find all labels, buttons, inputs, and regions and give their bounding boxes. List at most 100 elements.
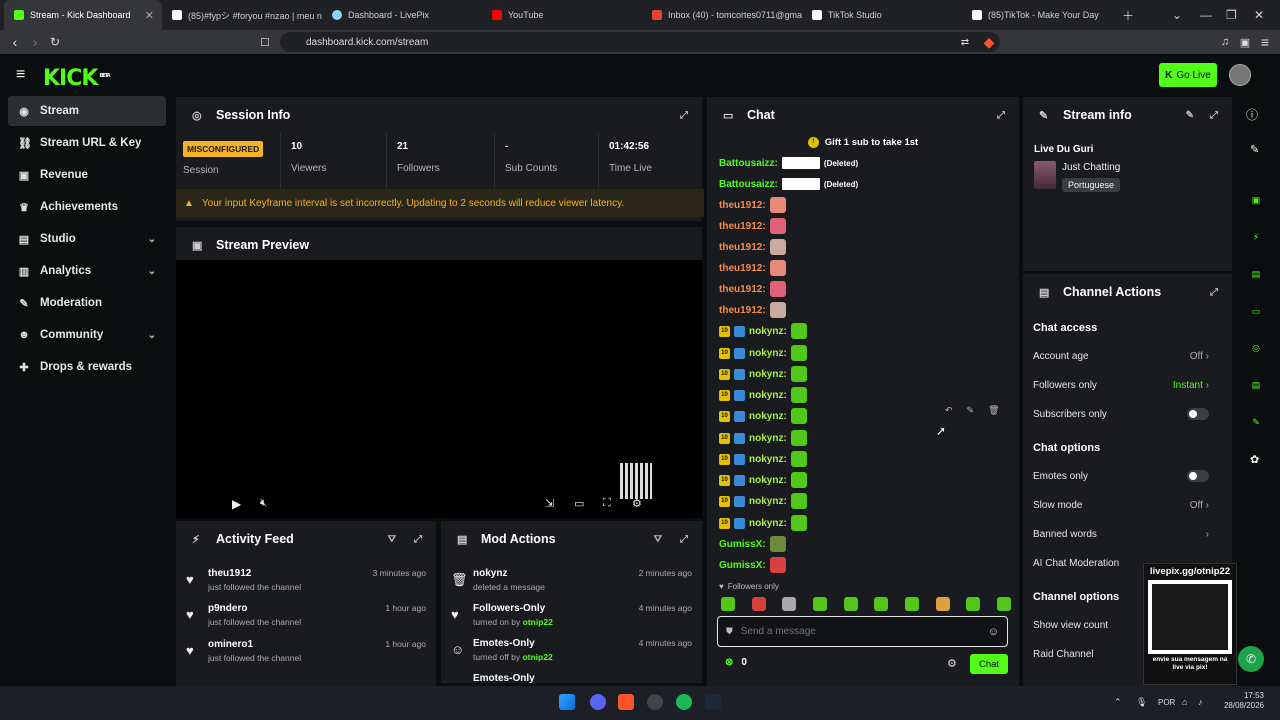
user-avatar[interactable]	[1229, 64, 1251, 86]
expand-icon[interactable]: ⤢	[1210, 287, 1218, 298]
emote-icon[interactable]	[721, 597, 735, 611]
sidebar-item-stream-url-key[interactable]: ⛓ Stream URL & Key	[8, 128, 166, 158]
edit-pencil-icon[interactable]: ✎	[1250, 143, 1259, 156]
moderator-name[interactable]: otnip22	[523, 617, 553, 627]
sidebar-item-stream[interactable]: ◉ Stream	[8, 96, 166, 126]
tab-list-icon[interactable]: ⌄	[1172, 0, 1182, 30]
back-icon[interactable]: ‹	[6, 33, 24, 51]
edit-icon[interactable]: ✎	[1186, 110, 1194, 121]
chat-send-button[interactable]: Chat	[970, 654, 1008, 674]
sidebar-item-community[interactable]: ☻ Community ⌄	[8, 320, 166, 350]
chat-message[interactable]: 10 nokynz:	[719, 514, 807, 532]
chat-username[interactable]: theu1912:	[719, 305, 766, 316]
discord-icon[interactable]	[590, 694, 606, 710]
new-tab-icon[interactable]: ＋	[1122, 0, 1134, 30]
spotify-icon[interactable]	[676, 694, 692, 710]
tab-tiktok-studio[interactable]: TikTok Studio	[802, 0, 962, 30]
emote-icon[interactable]	[751, 597, 766, 611]
chat-username[interactable]: theu1912:	[719, 221, 766, 232]
url-field[interactable]: dashboard.kick.com/stream	[280, 32, 1000, 52]
hamburger-menu-icon[interactable]: ≡	[16, 66, 25, 84]
chat-username[interactable]: nokynz:	[749, 390, 787, 401]
sidebar-item-drops-rewards[interactable]: ✚ Drops & rewards	[8, 352, 166, 382]
emoji-icon[interactable]: ☺	[988, 626, 999, 638]
reload-icon[interactable]: ↻	[46, 33, 64, 51]
kick-logo[interactable]: KICK BETA	[43, 66, 111, 91]
chat-message[interactable]: 10 nokynz:	[719, 407, 807, 425]
expand-icon[interactable]: ⤢	[997, 110, 1005, 121]
emote-icon[interactable]	[874, 597, 889, 611]
emotes-only-toggle[interactable]	[1187, 470, 1209, 482]
microphone-icon[interactable]: 🎙︎	[1136, 697, 1147, 708]
chat-message[interactable]: 10 nokynz:	[719, 344, 807, 362]
chat-message[interactable]: 10 nokynz:	[719, 492, 807, 510]
sidebar-item-studio[interactable]: ▤ Studio ⌄	[8, 224, 166, 254]
chat-message[interactable]: theu1912:	[719, 259, 786, 277]
theater-icon[interactable]: ▭	[574, 497, 584, 510]
emote-icon[interactable]	[812, 597, 827, 611]
windows-start-icon[interactable]	[559, 694, 575, 710]
chat-message[interactable]: 10 nokynz:	[719, 365, 807, 383]
rail-chat-icon[interactable]: ▭	[1246, 301, 1266, 321]
brave-shield-icon[interactable]: ◆	[980, 33, 998, 51]
emote-icon[interactable]	[935, 597, 950, 611]
expand-icon[interactable]: ⤢	[1210, 110, 1218, 121]
volume-icon[interactable]: ♪	[1198, 697, 1203, 707]
system-clock[interactable]: 17:53 28/08/2026	[1220, 691, 1264, 711]
chat-username[interactable]: nokynz:	[749, 411, 787, 422]
close-tab-icon[interactable]: ✕	[145, 9, 154, 22]
chat-username[interactable]: theu1912:	[719, 263, 766, 274]
rail-target-icon[interactable]: ◎	[1246, 338, 1266, 358]
subscribers-only-toggle[interactable]	[1187, 408, 1209, 420]
rail-community-icon[interactable]: ✿	[1250, 453, 1259, 466]
mute-icon[interactable]: 🔇︎	[260, 497, 267, 510]
reply-icon[interactable]: ↶	[945, 405, 953, 416]
chat-username[interactable]: Battousaizz:	[719, 158, 778, 169]
play-icon[interactable]: ▶	[232, 497, 241, 511]
chat-username[interactable]: theu1912:	[719, 242, 766, 253]
tab-livepix[interactable]: Dashboard - LivePix	[322, 0, 482, 30]
chat-username[interactable]: nokynz:	[749, 454, 787, 465]
sidebar-item-analytics[interactable]: ▥ Analytics ⌄	[8, 256, 166, 286]
activity-user[interactable]: p9ndero	[208, 603, 247, 614]
expand-icon[interactable]: ⤢	[680, 110, 688, 121]
sidebar-item-achievements[interactable]: ♛ Achievements	[8, 192, 166, 222]
chat-message[interactable]: theu1912:	[719, 238, 786, 256]
sidebar-item-revenue[interactable]: ▣ Revenue	[8, 160, 166, 190]
chat-username[interactable]: nokynz:	[749, 369, 787, 380]
chat-message[interactable]: 10 nokynz:	[719, 450, 807, 468]
expand-icon[interactable]: ⤢	[414, 534, 422, 545]
sidebar-item-moderation[interactable]: ✎ Moderation	[8, 288, 166, 318]
delete-icon[interactable]: 🗑︎	[988, 405, 999, 416]
brave-browser-icon[interactable]	[618, 694, 634, 710]
chat-message[interactable]: Battousaizz: (Deleted)	[719, 175, 858, 193]
tab-tiktok-fyp[interactable]: (85)#fypシ #foryou #nzao | meu no	[162, 0, 322, 30]
gift-sub-banner[interactable]: ! Gift 1 sub to take 1st	[707, 135, 1019, 149]
whatsapp-support-icon[interactable]: ✆	[1238, 646, 1264, 672]
rail-bolt-icon[interactable]: ⚡︎	[1246, 227, 1266, 247]
chat-message[interactable]: theu1912:	[719, 280, 786, 298]
chat-username[interactable]: theu1912:	[719, 284, 766, 295]
fullscreen-icon[interactable]: ⛶	[603, 497, 611, 510]
chat-username[interactable]: nokynz:	[749, 496, 787, 507]
tab-gmail[interactable]: Inbox (40) - tomcortes0711@gmail.	[642, 0, 802, 30]
chat-message[interactable]: Battousaizz: (Deleted)	[719, 154, 858, 172]
chat-message[interactable]: theu1912:	[719, 301, 786, 319]
steam-icon[interactable]	[705, 694, 721, 710]
emote-icon[interactable]	[966, 597, 981, 611]
account-age-row[interactable]: Account age Off ›	[1033, 342, 1209, 370]
activity-user[interactable]: ominero1	[208, 639, 253, 650]
pin-icon[interactable]: ✎	[967, 405, 975, 416]
bookmark-icon[interactable]: ☐	[256, 33, 274, 51]
tray-chevron-icon[interactable]: ⌃	[1114, 697, 1122, 708]
banned-words-row[interactable]: Banned words ›	[1033, 520, 1209, 548]
chat-message[interactable]: 10 nokynz:	[719, 471, 807, 489]
rail-stream-info-icon[interactable]: ▤	[1246, 375, 1266, 395]
expand-icon[interactable]: ⤢	[680, 534, 688, 545]
chat-username[interactable]: GumissX:	[719, 560, 766, 571]
info-icon[interactable]: ⓘ	[1246, 106, 1258, 123]
emote-icon[interactable]	[996, 597, 1011, 611]
close-window-icon[interactable]: ✕	[1254, 0, 1264, 30]
tab-tiktok-home[interactable]: (85)TikTok - Make Your Day	[962, 0, 1112, 30]
rail-wrench-icon[interactable]: ✎	[1246, 412, 1266, 432]
